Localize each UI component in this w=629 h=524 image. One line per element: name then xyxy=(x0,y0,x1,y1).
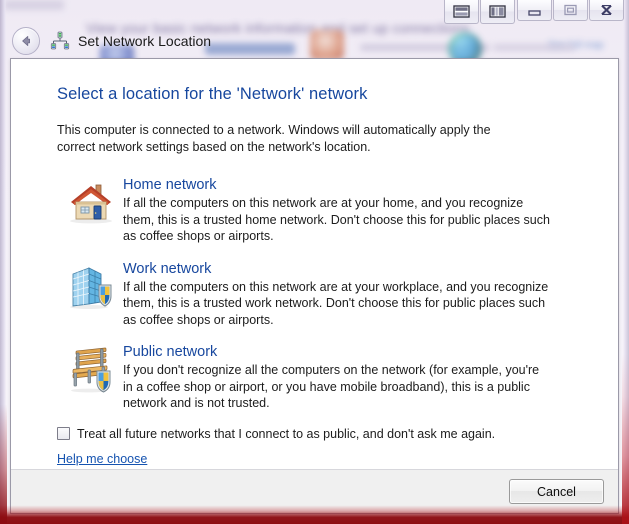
network-icon xyxy=(50,31,70,51)
window-controls-group xyxy=(517,0,624,21)
window-frame-right-edge xyxy=(623,0,629,524)
view-buttons-group xyxy=(444,0,515,24)
panel-view-icon xyxy=(489,5,506,18)
option-public-description: If you don't recognize all the computers… xyxy=(123,363,540,410)
option-home-network[interactable]: Home network If all the computers on thi… xyxy=(67,176,588,245)
home-icon xyxy=(67,178,115,226)
treat-as-public-label: Treat all future networks that I connect… xyxy=(77,426,496,441)
option-work-network[interactable]: Work network If all the computers on thi… xyxy=(67,260,588,329)
dialog-header: Set Network Location xyxy=(6,24,623,57)
minimize-button[interactable] xyxy=(517,0,552,21)
close-icon xyxy=(601,4,612,16)
intro-text: This computer is connected to a network.… xyxy=(57,123,491,154)
option-public-title[interactable]: Public network xyxy=(123,343,551,361)
dialog-header-title: Set Network Location xyxy=(78,32,212,49)
window-frame-left-edge xyxy=(0,0,6,524)
close-button[interactable] xyxy=(589,0,624,21)
dialog-content: Select a location for the 'Network' netw… xyxy=(11,59,618,469)
back-button[interactable] xyxy=(12,26,40,55)
split-view-icon xyxy=(453,5,470,18)
background-decoration xyxy=(4,0,64,10)
treat-as-public-checkbox[interactable] xyxy=(57,427,70,440)
maximize-button[interactable] xyxy=(553,0,588,21)
cancel-button[interactable]: Cancel xyxy=(509,479,604,504)
office-building-shield-icon xyxy=(67,262,115,310)
dialog-footer: Cancel xyxy=(11,469,618,513)
maximize-icon xyxy=(564,4,577,16)
option-public-text: Public network If you don't recognize al… xyxy=(123,343,551,412)
minimize-icon xyxy=(528,9,541,16)
option-home-title[interactable]: Home network xyxy=(123,176,551,194)
set-network-location-dialog: Select a location for the 'Network' netw… xyxy=(10,58,619,514)
option-home-text: Home network If all the computers on thi… xyxy=(123,176,551,245)
help-me-choose-link[interactable]: Help me choose xyxy=(57,452,147,466)
option-work-description: If all the computers on this network are… xyxy=(123,279,549,327)
split-view-button[interactable] xyxy=(444,0,479,24)
option-work-title[interactable]: Work network xyxy=(123,260,551,278)
back-arrow-icon xyxy=(22,35,30,46)
panel-view-button[interactable] xyxy=(480,0,515,24)
option-home-description: If all the computers on this network are… xyxy=(123,196,550,243)
treat-as-public-checkbox-row[interactable]: Treat all future networks that I connect… xyxy=(57,427,588,441)
screen: View your basic network information and … xyxy=(0,0,629,524)
option-public-network[interactable]: Public network If you don't recognize al… xyxy=(67,343,588,412)
option-work-text: Work network If all the computers on thi… xyxy=(123,260,551,329)
page-title: Select a location for the 'Network' netw… xyxy=(57,85,368,103)
park-bench-shield-icon xyxy=(67,345,115,393)
